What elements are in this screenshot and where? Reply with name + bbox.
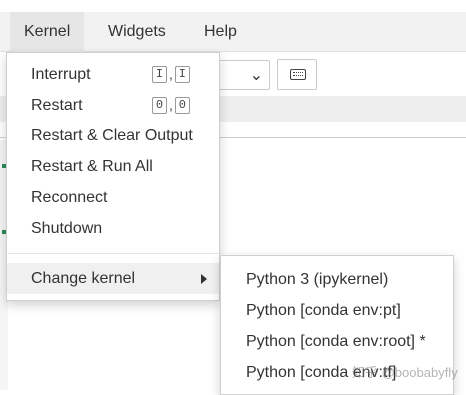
menu-help[interactable]: Help [190,12,251,52]
menu-item-interrupt[interactable]: Interrupt I,I [7,59,219,90]
menu-item-restart-clear-output[interactable]: Restart & Clear Output [7,120,219,151]
menubar: Kernel Widgets Help [0,12,466,52]
shortcut-keys: 0,0 [152,97,190,114]
menu-item-restart[interactable]: Restart 0,0 [7,90,219,121]
menu-item-label: Shutdown [31,220,103,237]
menu-kernel[interactable]: Kernel [10,12,85,52]
kernel-option-conda-root[interactable]: Python [conda env:root] * [221,326,453,357]
menu-widgets[interactable]: Widgets [94,12,180,52]
caret-right-icon [201,274,207,284]
menu-item-restart-run-all[interactable]: Restart & Run All [7,151,219,182]
shortcut-keys: I,I [152,66,190,83]
menu-item-reconnect[interactable]: Reconnect [7,182,219,213]
menu-item-label: Restart & Clear Output [31,127,193,144]
menu-item-label: Restart [31,97,83,114]
menu-item-label: Change kernel [31,270,136,287]
shortcut-key: 0 [152,97,167,114]
menu-item-label: Interrupt [31,66,91,83]
chevron-down-icon: ⌄ [249,67,263,84]
shortcut-key: 0 [174,97,190,114]
shortcut-key: I [152,66,167,83]
menu-item-change-kernel[interactable]: Change kernel [7,263,219,294]
kernel-menu: Interrupt I,I Restart 0,0 Restart & Clea… [6,52,220,301]
kernel-option-conda-pt[interactable]: Python [conda env:pt] [221,295,453,326]
menu-item-label: Reconnect [31,189,108,206]
kernel-option-python3[interactable]: Python 3 (ipykernel) [221,264,453,295]
watermark: 知乎 @boobabyfly [352,365,458,380]
menu-divider [7,253,219,254]
menu-item-label: Restart & Run All [31,158,153,175]
menu-item-shutdown[interactable]: Shutdown [7,213,219,244]
keyboard-icon [290,69,306,80]
command-palette-button[interactable] [277,59,317,90]
shortcut-key: I [174,66,190,83]
